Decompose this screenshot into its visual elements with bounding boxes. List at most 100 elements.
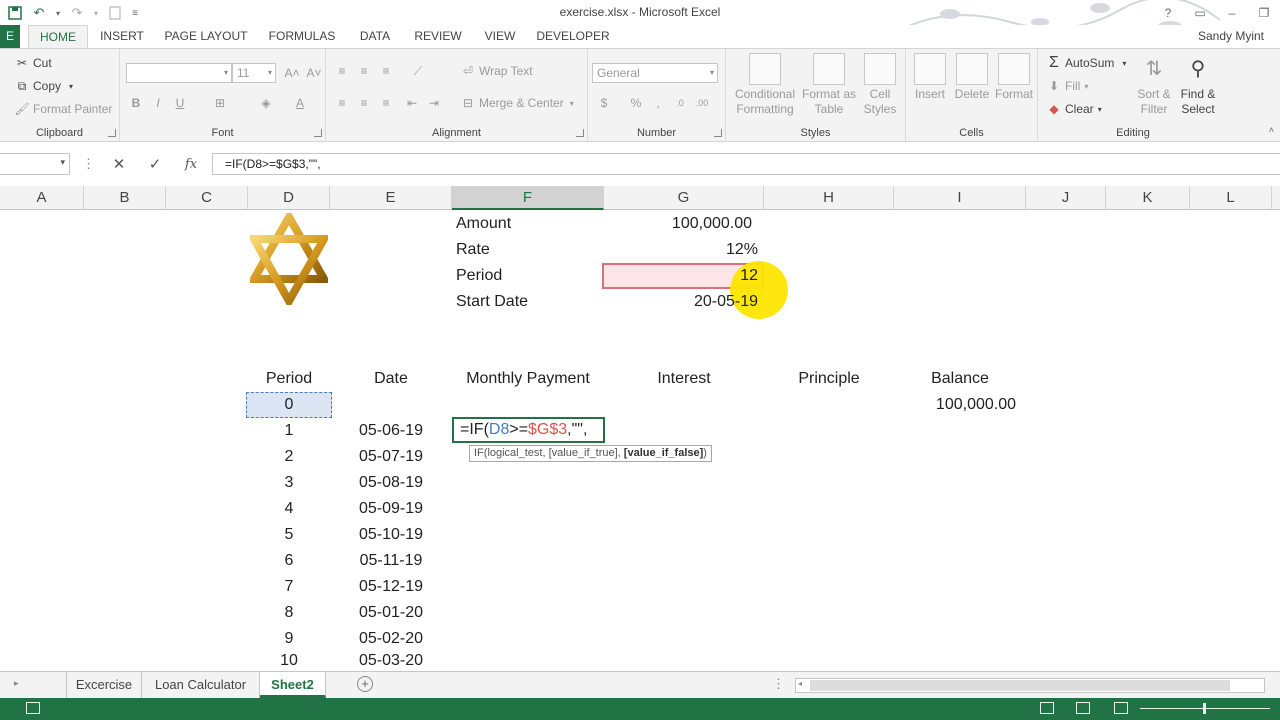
active-cell-editor[interactable]: =IF(D8>=$G$3,"", xyxy=(452,417,605,443)
period-cell[interactable]: 2 xyxy=(248,444,330,470)
column-header-h[interactable]: H xyxy=(764,186,894,210)
name-box-dropdown-icon[interactable]: ▾ xyxy=(60,157,65,168)
header-balance[interactable]: Balance xyxy=(894,366,1026,392)
column-header-f[interactable]: F xyxy=(452,186,604,210)
format-as-table-button[interactable]: Format as Table xyxy=(800,53,858,117)
date-cell[interactable]: 05-01-20 xyxy=(330,600,452,626)
header-principle[interactable]: Principle xyxy=(764,366,894,392)
bold-button[interactable]: B xyxy=(126,93,146,113)
amount-label[interactable]: Amount xyxy=(456,211,511,237)
page-layout-view-icon[interactable] xyxy=(1076,702,1090,714)
period-cell[interactable]: 1 xyxy=(248,418,330,444)
rate-value[interactable]: 12% xyxy=(604,237,758,263)
column-header-b[interactable]: B xyxy=(84,186,166,210)
decrease-font-icon[interactable]: A˅ xyxy=(304,63,324,83)
copy-button[interactable]: ⧉ Copy ▾ xyxy=(14,78,73,94)
column-header-l[interactable]: L xyxy=(1190,186,1272,210)
horizontal-scrollbar[interactable]: ◂ xyxy=(795,678,1265,693)
scrollbar-thumb[interactable] xyxy=(810,680,1230,691)
borders-icon[interactable]: ⊞ xyxy=(210,93,230,113)
format-cells-button[interactable]: Format xyxy=(994,53,1034,102)
decrease-indent-icon[interactable]: ⇤ xyxy=(402,93,422,113)
header-date[interactable]: Date xyxy=(330,366,452,392)
collapse-ribbon-icon[interactable]: ˄ xyxy=(1269,125,1274,135)
sheet-tab-excercise[interactable]: Excercise xyxy=(66,672,142,698)
column-header-k[interactable]: K xyxy=(1106,186,1190,210)
star-of-david-image[interactable] xyxy=(250,213,328,305)
align-middle-icon[interactable]: ≡ xyxy=(354,61,374,81)
column-header-e[interactable]: E xyxy=(330,186,452,210)
accounting-format-button[interactable]: $ xyxy=(594,93,614,113)
new-sheet-icon[interactable]: + xyxy=(357,676,373,692)
period-cell[interactable]: 4 xyxy=(248,496,330,522)
tab-home[interactable]: HOME xyxy=(28,25,88,49)
number-launcher-icon[interactable] xyxy=(714,129,722,137)
period-cell[interactable]: 8 xyxy=(248,600,330,626)
macro-record-icon[interactable] xyxy=(26,702,40,714)
clear-button[interactable]: ◆ Clear ▾ xyxy=(1046,101,1101,117)
ribbon-display-options-icon[interactable]: ▭ xyxy=(1184,0,1216,25)
date-cell[interactable]: 05-08-19 xyxy=(330,470,452,496)
tab-view[interactable]: VIEW xyxy=(480,25,520,48)
minimize-button[interactable]: – xyxy=(1216,0,1248,25)
formula-input[interactable]: =IF(D8>=$G$3,"", xyxy=(212,153,1280,175)
column-header-j[interactable]: J xyxy=(1026,186,1106,210)
date-cell[interactable]: 05-07-19 xyxy=(330,444,452,470)
tab-developer[interactable]: DEVELOPER xyxy=(536,25,610,48)
sheet-tab-loan-calculator[interactable]: Loan Calculator xyxy=(142,672,260,698)
normal-view-icon[interactable] xyxy=(1040,702,1054,714)
period-cell[interactable]: 6 xyxy=(248,548,330,574)
date-cell[interactable]: 05-03-20 xyxy=(330,648,452,671)
increase-font-icon[interactable]: A˄ xyxy=(282,63,302,83)
increase-decimal-icon[interactable]: .0 xyxy=(670,93,690,113)
user-account[interactable]: Sandy Myint xyxy=(1198,29,1264,43)
alignment-launcher-icon[interactable] xyxy=(576,129,584,137)
align-bottom-icon[interactable]: ≡ xyxy=(376,61,396,81)
cut-button[interactable]: ✂ Cut xyxy=(14,55,52,71)
header-monthly-payment[interactable]: Monthly Payment xyxy=(452,366,604,392)
cancel-formula-button[interactable]: ✕ xyxy=(108,154,130,174)
tab-file[interactable]: E xyxy=(0,25,20,48)
format-painter-button[interactable]: 🖌 Format Painter xyxy=(14,101,112,117)
formula-bar-grip-icon[interactable]: ⋮ xyxy=(82,156,95,172)
fill-button[interactable]: ⬇ Fill ▾ xyxy=(1046,78,1088,94)
start-date-value[interactable]: 20-05-19 xyxy=(604,289,758,315)
name-box[interactable]: ▾ xyxy=(0,153,70,175)
period-cell[interactable]: 10 xyxy=(248,648,330,671)
tab-split-grip-icon[interactable]: ⋮ xyxy=(772,676,785,692)
font-name-combo[interactable]: ▾ xyxy=(126,63,232,83)
period-value[interactable]: 12 xyxy=(604,263,758,289)
number-format-combo[interactable]: General ▾ xyxy=(592,63,718,83)
percent-style-button[interactable]: % xyxy=(626,93,646,113)
font-color-icon[interactable]: A xyxy=(290,93,310,113)
insert-function-button[interactable]: fx xyxy=(180,154,202,174)
header-period[interactable]: Period xyxy=(248,366,330,392)
column-header-g[interactable]: G xyxy=(604,186,764,210)
sheet-tab-sheet2[interactable]: Sheet2 xyxy=(260,672,326,698)
period-cell[interactable]: 3 xyxy=(248,470,330,496)
zoom-slider-thumb[interactable] xyxy=(1203,703,1206,714)
autosum-button[interactable]: Σ AutoSum ▾ xyxy=(1046,54,1126,71)
insert-cells-button[interactable]: Insert xyxy=(910,53,950,102)
tab-review[interactable]: REVIEW xyxy=(412,25,464,48)
merge-center-button[interactable]: ⊟ Merge & Center ▾ xyxy=(460,95,574,111)
period-cell[interactable]: 5 xyxy=(248,522,330,548)
cell-styles-button[interactable]: Cell Styles xyxy=(860,53,900,117)
increase-indent-icon[interactable]: ⇥ xyxy=(424,93,444,113)
date-cell[interactable]: 05-09-19 xyxy=(330,496,452,522)
balance-cell[interactable]: 100,000.00 xyxy=(894,392,1016,418)
column-header-c[interactable]: C xyxy=(166,186,248,210)
restore-button[interactable]: ❐ xyxy=(1248,0,1280,25)
tab-page-layout[interactable]: PAGE LAYOUT xyxy=(160,25,252,48)
scroll-sheets-right-icon[interactable]: ▸ xyxy=(14,678,19,689)
page-break-view-icon[interactable] xyxy=(1114,702,1128,714)
enter-formula-button[interactable]: ✓ xyxy=(144,154,166,174)
fill-color-icon[interactable]: ◈ xyxy=(256,93,276,113)
period-cell[interactable]: 0 xyxy=(248,392,330,418)
scroll-left-icon[interactable]: ◂ xyxy=(798,679,802,688)
period-cell[interactable]: 7 xyxy=(248,574,330,600)
worksheet-grid[interactable]: Amount 100,000.00 Rate 12% Period 12 Sta… xyxy=(0,211,1280,671)
date-cell[interactable]: 05-11-19 xyxy=(330,548,452,574)
column-header-i[interactable]: I xyxy=(894,186,1026,210)
start-date-label[interactable]: Start Date xyxy=(456,289,528,315)
